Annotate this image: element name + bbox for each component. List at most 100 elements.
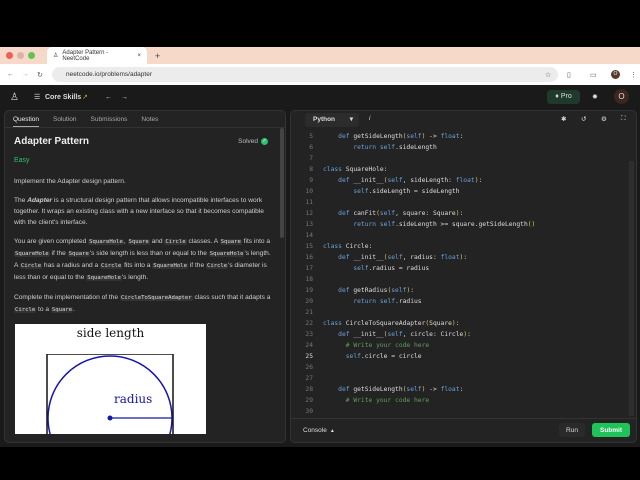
profile-avatar[interactable]: O <box>611 70 620 79</box>
run-button[interactable]: Run <box>559 423 585 437</box>
close-tab-icon[interactable]: × <box>137 53 141 59</box>
code-text: return self.sideLength <box>353 144 437 151</box>
code-text: def getSideLength(self) -> float: <box>338 386 464 393</box>
code-line[interactable]: 18 <box>291 274 631 285</box>
cast-icon[interactable]: ▭ <box>590 71 597 79</box>
code-editor[interactable]: 5 def getSideLength(self) -> float: 6 ret… <box>291 131 631 417</box>
code-line[interactable]: 9 def __init__(self, sideLength: float): <box>291 175 631 186</box>
code-line[interactable]: 7 <box>291 153 631 164</box>
new-tab-button[interactable]: + <box>155 51 160 61</box>
settings-gear-icon[interactable]: ✹ <box>592 93 598 101</box>
forward-icon[interactable]: → <box>22 71 29 78</box>
inline-code: SquareHole <box>86 275 122 281</box>
inline-code: Circle <box>19 263 43 269</box>
tab-question[interactable]: Question <box>13 116 40 127</box>
circle-in-square-figure <box>46 354 174 434</box>
code-line[interactable]: 16 def __init__(self, radius: float): <box>291 252 631 263</box>
text: and <box>149 238 165 245</box>
code-line[interactable]: 13 return self.sideLength >= square.getS… <box>291 219 631 230</box>
code-line[interactable]: 24 # Write your code here <box>291 340 631 351</box>
browser-tab[interactable]: ♙ Adapter Pattern - NeetCode × <box>47 47 147 64</box>
code-text: self.circle = circle <box>345 353 422 360</box>
task-description: Complete the implementation of the Circl… <box>14 292 276 316</box>
external-link-icon[interactable]: ↗ <box>82 93 88 101</box>
inline-code: Circle <box>100 263 123 269</box>
code-text: self.sideLength = sideLength <box>353 188 460 195</box>
inline-code: Circle <box>164 239 187 245</box>
chevron-down-icon: ▾ <box>349 116 353 123</box>
code-line[interactable]: 21 <box>291 307 631 318</box>
code-line[interactable]: 20 return self.radius <box>291 296 631 307</box>
inline-code: Square <box>67 251 90 257</box>
tab-solution[interactable]: Solution <box>53 116 77 123</box>
pro-label: Pro <box>560 93 572 100</box>
code-line[interactable]: 6 return self.sideLength <box>291 142 631 153</box>
tab-submissions[interactable]: Submissions <box>91 116 128 123</box>
code-line[interactable]: 15 class Circle: <box>291 241 631 252</box>
submit-button[interactable]: Submit <box>592 423 630 437</box>
code-line[interactable]: 28 def getSideLength(self) -> float: <box>291 384 631 395</box>
scrollbar[interactable] <box>280 128 284 238</box>
inline-code: CircleToSquareAdapter <box>119 295 193 301</box>
intro-text: Implement the Adapter design pattern. <box>14 178 126 185</box>
reload-icon[interactable]: ↻ <box>37 71 43 79</box>
text: , <box>123 238 128 245</box>
code-line[interactable]: 27 <box>291 373 631 384</box>
pro-button[interactable]: ♦ Pro <box>547 90 580 104</box>
reset-icon[interactable]: ↺ <box>581 115 586 123</box>
code-line[interactable]: 17 self.radius = radius <box>291 263 631 274</box>
code-line[interactable]: 5 def getSideLength(self) -> float: <box>291 131 631 142</box>
code-line[interactable]: 25 self.circle = circle <box>291 351 631 362</box>
editor-scrollbar[interactable] <box>629 161 634 416</box>
console-toggle[interactable]: Console <box>303 427 327 434</box>
editor-settings-icon[interactable]: ⚙ <box>601 115 607 123</box>
chevron-up-icon[interactable]: ▲ <box>330 428 335 434</box>
browser-tab-bar: ♙ Adapter Pattern - NeetCode × + <box>0 47 640 64</box>
next-problem-button[interactable]: → <box>121 94 128 101</box>
inline-code: Circle <box>205 263 229 269</box>
debug-icon[interactable]: ✱ <box>561 115 566 123</box>
course-link[interactable]: Core Skills <box>45 94 81 101</box>
extensions-icon[interactable]: ▯ <box>567 71 571 79</box>
bookmark-star-icon[interactable]: ☆ <box>545 71 551 79</box>
back-icon[interactable]: ← <box>7 71 14 78</box>
line-number: 21 <box>305 309 313 316</box>
code-line[interactable]: 22 class CircleToSquareAdapter(Square): <box>291 318 631 329</box>
neetcode-logo-icon[interactable]: ♙ <box>10 92 19 103</box>
code-line[interactable]: 14 <box>291 230 631 241</box>
inline-code: Square <box>50 307 74 313</box>
url-input[interactable]: neetcode.io/problems/adapter <box>52 67 558 82</box>
adapter-term: Adapter <box>27 197 53 204</box>
question-tabs: Question Solution Submissions Notes <box>5 111 285 128</box>
line-number: 17 <box>305 265 313 272</box>
close-window-button[interactable] <box>6 52 13 59</box>
code-text: def canFit(self, square: Square): <box>338 210 464 217</box>
code-line[interactable]: 29 # Write your code here <box>291 395 631 406</box>
check-icon: ✓ <box>261 138 268 145</box>
fullscreen-icon[interactable]: ⛶ <box>621 115 626 123</box>
code-line[interactable]: 19 def getRadius(self): <box>291 285 631 296</box>
user-avatar[interactable]: O <box>614 89 629 104</box>
info-icon[interactable]: i <box>369 115 370 122</box>
text: classes. A <box>186 238 220 245</box>
line-number: 18 <box>305 276 313 283</box>
line-number: 11 <box>305 199 313 206</box>
code-line[interactable]: 23 def __init__(self, circle: Circle): <box>291 329 631 340</box>
side-length-label: side length <box>76 326 145 340</box>
text: fits into a <box>241 238 271 245</box>
tab-notes[interactable]: Notes <box>141 116 158 123</box>
console-bar: Console ▲ Run Submit <box>291 418 636 442</box>
code-line[interactable]: 8 class SquareHole: <box>291 164 631 175</box>
line-number: 15 <box>305 243 313 250</box>
prev-problem-button[interactable]: ← <box>105 94 112 101</box>
browser-menu-icon[interactable]: ⋮ <box>630 71 637 79</box>
inline-code: Circle <box>14 307 37 313</box>
maximize-window-button[interactable] <box>28 52 35 59</box>
minimize-window-button[interactable] <box>17 52 24 59</box>
code-line[interactable]: 10 self.sideLength = sideLength <box>291 186 631 197</box>
language-select[interactable]: Python ▾ <box>305 113 359 127</box>
code-line[interactable]: 30 <box>291 406 631 417</box>
code-line[interactable]: 12 def canFit(self, square: Square): <box>291 208 631 219</box>
code-line[interactable]: 26 <box>291 362 631 373</box>
code-line[interactable]: 11 <box>291 197 631 208</box>
